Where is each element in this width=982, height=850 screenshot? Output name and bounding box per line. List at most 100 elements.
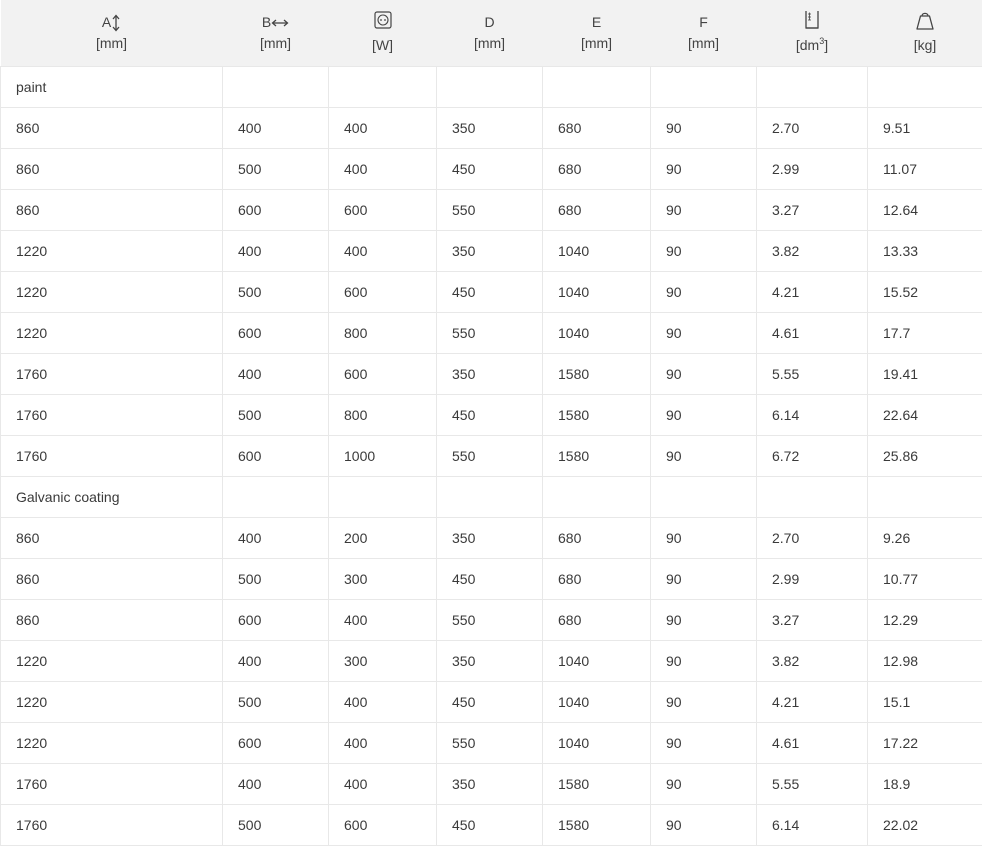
cell-width: 500 <box>222 147 329 190</box>
cell-width: 400 <box>222 106 329 149</box>
cell-weight: 12.64 <box>867 188 982 231</box>
cell-width: 400 <box>222 352 329 395</box>
cell-power: 400 <box>328 598 437 641</box>
cell-f: 90 <box>650 639 757 682</box>
section-empty-cell <box>328 475 437 518</box>
cell-volume: 3.27 <box>756 598 868 641</box>
section-empty-cell <box>650 475 757 518</box>
cell-height: 1760 <box>0 803 223 846</box>
cell-power: 400 <box>328 229 437 272</box>
cell-height: 1220 <box>0 680 223 723</box>
cell-weight: 9.51 <box>867 106 982 149</box>
cell-width: 600 <box>222 188 329 231</box>
cell-power: 400 <box>328 721 437 764</box>
cell-width: 400 <box>222 516 329 559</box>
cell-volume: 2.70 <box>756 106 868 149</box>
cell-f: 90 <box>650 721 757 764</box>
cell-volume: 6.72 <box>756 434 868 477</box>
cell-e: 680 <box>542 188 651 231</box>
table-row: 860 600 400 550 680 90 3.27 12.29 <box>0 598 982 641</box>
weight-icon <box>916 12 934 30</box>
cell-f: 90 <box>650 393 757 436</box>
table-row: 1760 400 600 350 1580 90 5.55 19.41 <box>0 352 982 395</box>
cell-power: 300 <box>328 557 437 600</box>
cell-height: 1220 <box>0 311 223 354</box>
header-e: E [mm] <box>543 0 651 66</box>
cell-weight: 19.41 <box>867 352 982 395</box>
table-body: paint 860 400 400 350 680 90 2.70 9.51 860 500 400 4… <box>0 65 982 846</box>
cell-power: 800 <box>328 311 437 354</box>
cell-f: 90 <box>650 106 757 149</box>
cell-weight: 13.33 <box>867 229 982 272</box>
table-row: 1220 400 400 350 1040 90 3.82 13.33 <box>0 229 982 272</box>
header-f-unit: [mm] <box>687 34 720 51</box>
cell-height: 1760 <box>0 352 223 395</box>
cell-height: 1220 <box>0 721 223 764</box>
cell-volume: 5.55 <box>756 762 868 805</box>
cell-height: 860 <box>0 557 223 600</box>
section-empty-cell <box>867 475 982 518</box>
section-header-row: Galvanic coating <box>0 475 982 518</box>
cell-height: 1760 <box>0 434 223 477</box>
cell-power: 400 <box>328 680 437 723</box>
cell-e: 680 <box>542 557 651 600</box>
cell-d: 550 <box>436 434 543 477</box>
table-row: 860 500 400 450 680 90 2.99 11.07 <box>0 147 982 190</box>
cell-d: 350 <box>436 516 543 559</box>
cell-weight: 12.98 <box>867 639 982 682</box>
cell-e: 1040 <box>542 270 651 313</box>
cell-width: 600 <box>222 598 329 641</box>
cell-power: 1000 <box>328 434 437 477</box>
cell-e: 1580 <box>542 762 651 805</box>
cell-e: 680 <box>542 106 651 149</box>
header-height-unit: [mm] <box>95 34 128 51</box>
header-volume: [dm3] <box>757 0 868 66</box>
cell-e: 680 <box>542 147 651 190</box>
cell-height: 1760 <box>0 762 223 805</box>
cell-weight: 18.9 <box>867 762 982 805</box>
cell-d: 550 <box>436 311 543 354</box>
cell-e: 1580 <box>542 803 651 846</box>
cell-power: 600 <box>328 352 437 395</box>
header-width-letter: B <box>261 14 272 31</box>
water-volume-icon <box>805 10 819 29</box>
cell-power: 400 <box>328 762 437 805</box>
cell-weight: 15.1 <box>867 680 982 723</box>
cell-d: 550 <box>436 188 543 231</box>
power-socket-icon <box>373 11 392 30</box>
cell-height: 860 <box>0 188 223 231</box>
section-empty-cell <box>222 65 329 108</box>
cell-weight: 22.02 <box>867 803 982 846</box>
cell-volume: 3.82 <box>756 639 868 682</box>
header-e-letter: E <box>591 14 602 31</box>
cell-d: 350 <box>436 762 543 805</box>
cell-weight: 11.07 <box>867 147 982 190</box>
cell-f: 90 <box>650 803 757 846</box>
header-e-unit: [mm] <box>580 34 613 51</box>
header-power-unit: [W] <box>372 36 393 53</box>
cell-volume: 6.14 <box>756 393 868 436</box>
cell-height: 860 <box>0 516 223 559</box>
cell-weight: 22.64 <box>867 393 982 436</box>
cell-power: 400 <box>328 147 437 190</box>
cell-e: 680 <box>542 516 651 559</box>
section-label: paint <box>0 65 223 108</box>
cell-height: 860 <box>0 106 223 149</box>
header-power: [W] <box>329 0 437 66</box>
cell-f: 90 <box>650 229 757 272</box>
cell-f: 90 <box>650 680 757 723</box>
cell-volume: 4.21 <box>756 680 868 723</box>
header-height-letter: A <box>101 14 112 31</box>
cell-volume: 4.21 <box>756 270 868 313</box>
section-header-row: paint <box>0 65 982 108</box>
cell-width: 500 <box>222 393 329 436</box>
section-empty-cell <box>756 475 868 518</box>
cell-f: 90 <box>650 598 757 641</box>
cell-weight: 9.26 <box>867 516 982 559</box>
cell-e: 1040 <box>542 639 651 682</box>
cell-d: 350 <box>436 106 543 149</box>
header-weight-unit: [kg] <box>913 37 937 54</box>
header-f-letter: F <box>699 14 708 31</box>
cell-height: 1760 <box>0 393 223 436</box>
cell-d: 450 <box>436 803 543 846</box>
